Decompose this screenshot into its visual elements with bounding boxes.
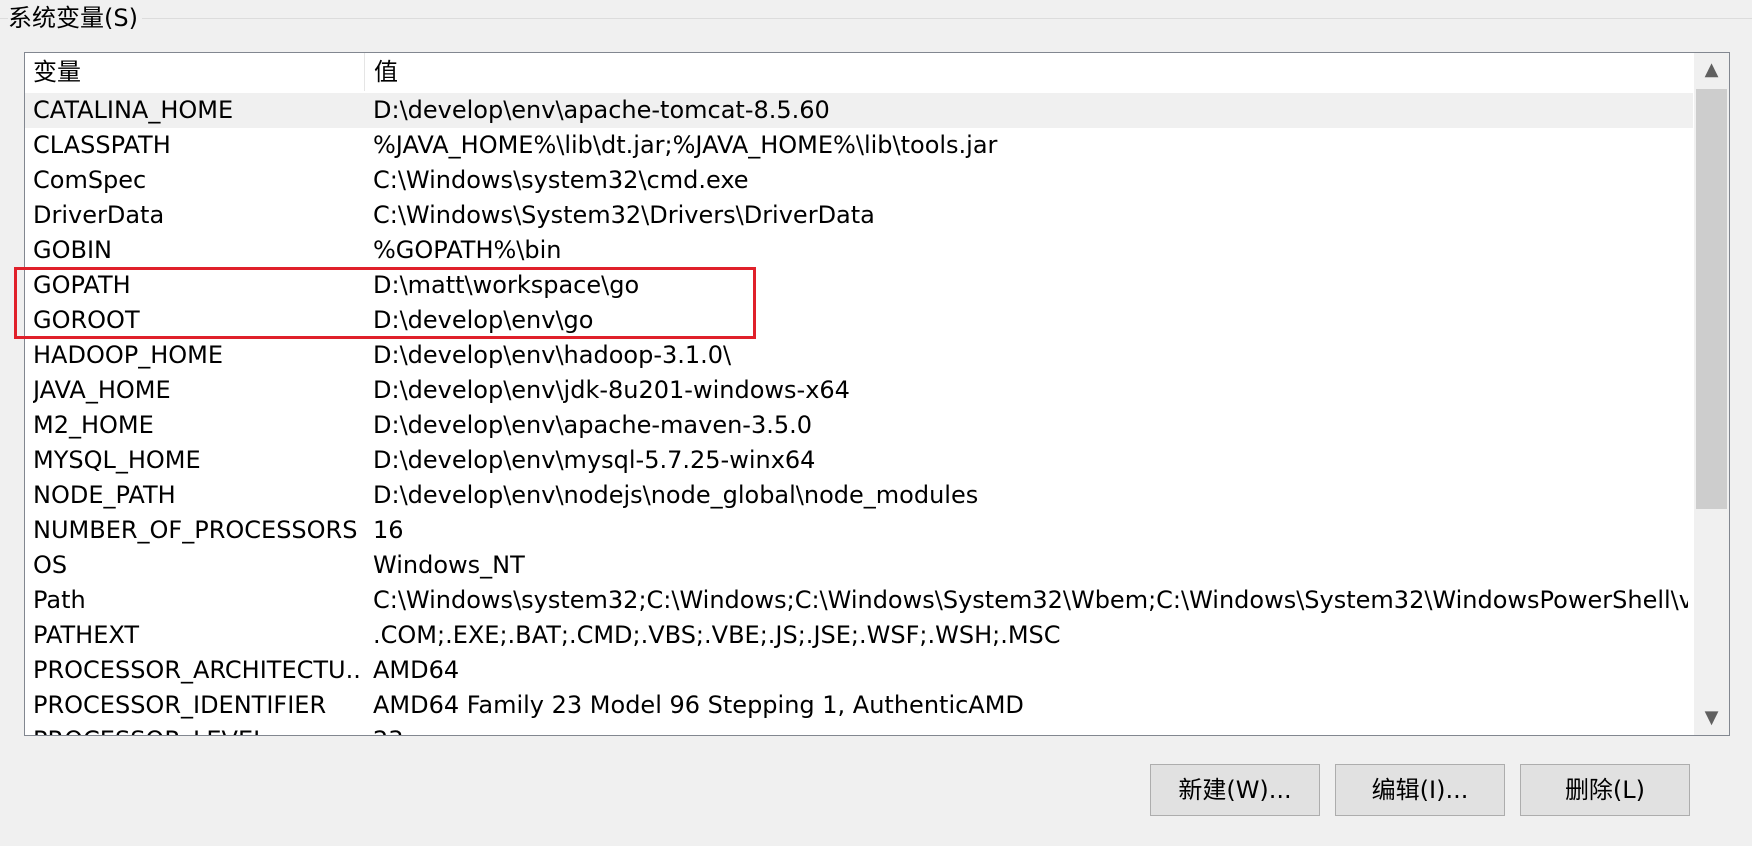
variable-value: %GOPATH%\bin (373, 236, 562, 264)
variable-value: AMD64 (373, 656, 460, 684)
variable-value: AMD64 Family 23 Model 96 Stepping 1, Aut… (373, 691, 1024, 719)
table-row[interactable]: OS Windows_NT (25, 548, 1693, 583)
variable-name: HADOOP_HOME (33, 341, 224, 369)
table-row[interactable]: GOBIN %GOPATH%\bin (25, 233, 1693, 268)
table-row[interactable]: MYSQL_HOME D:\develop\env\mysql-5.7.25-wi… (25, 443, 1693, 478)
system-variables-list[interactable]: 变量 值 CATALINA_HOME D:\develop\env\apache-… (24, 52, 1730, 736)
variable-name: ComSpec (33, 166, 147, 194)
variable-value: Windows_NT (373, 551, 525, 579)
variable-name: NODE_PATH (33, 481, 176, 509)
variable-name: GOBIN (33, 236, 112, 264)
variable-name: JAVA_HOME (33, 376, 171, 404)
table-row[interactable]: Path C:\Windows\system32;C:\Windows;C:\Wi… (25, 583, 1693, 618)
table-row[interactable]: PROCESSOR_IDENTIFIER AMD64 Family 23 Mode… (25, 688, 1693, 723)
vertical-scrollbar[interactable]: ▲ ▼ (1694, 53, 1729, 735)
variable-value: C:\Windows\system32;C:\Windows;C:\Window… (373, 586, 1688, 614)
scrollbar-thumb[interactable] (1696, 89, 1727, 509)
table-row[interactable]: PATHEXT .COM;.EXE;.BAT;.CMD;.VBS;.VBE;.JS… (25, 618, 1693, 653)
variable-value: D:\develop\env\jdk-8u201-windows-x64 (373, 376, 850, 404)
variable-value: D:\develop\env\apache-tomcat-8.5.60 (373, 96, 830, 124)
system-variables-group-title: 系统变量(S) (8, 0, 142, 36)
variable-name: NUMBER_OF_PROCESSORS (33, 516, 358, 544)
variable-value: D:\develop\env\mysql-5.7.25-winx64 (373, 446, 816, 474)
variable-value: %JAVA_HOME%\lib\dt.jar;%JAVA_HOME%\lib\t… (373, 131, 998, 159)
variable-name: PROCESSOR_LEVEL (33, 723, 363, 735)
table-row[interactable]: NODE_PATH D:\develop\env\nodejs\node_glob… (25, 478, 1693, 513)
variable-name: PATHEXT (33, 621, 140, 649)
variable-name: GOPATH (33, 271, 131, 299)
variable-value: D:\develop\env\hadoop-3.1.0\ (373, 341, 732, 369)
table-row[interactable]: ComSpec C:\Windows\system32\cmd.exe (25, 163, 1693, 198)
variable-name: CLASSPATH (33, 131, 171, 159)
table-row[interactable]: DriverData C:\Windows\System32\Drivers\Dr… (25, 198, 1693, 233)
variable-value: C:\Windows\system32\cmd.exe (373, 166, 749, 194)
scroll-down-icon[interactable]: ▼ (1694, 701, 1729, 735)
scroll-up-icon[interactable]: ▲ (1694, 53, 1729, 87)
table-row[interactable]: M2_HOME D:\develop\env\apache-maven-3.5.0 (25, 408, 1693, 443)
table-row[interactable]: PROCESSOR_LEVEL 23 (25, 723, 1693, 735)
variable-name: DriverData (33, 201, 165, 229)
column-header-variable[interactable]: 变量 (25, 53, 365, 91)
new-button[interactable]: 新建(W)... (1150, 764, 1320, 816)
variable-name: OS (33, 551, 68, 579)
variable-value: D:\develop\env\go (373, 306, 594, 334)
table-row[interactable]: GOPATH D:\matt\workspace\go (25, 268, 1693, 303)
variable-name: M2_HOME (33, 411, 154, 439)
edit-button[interactable]: 编辑(I)... (1335, 764, 1505, 816)
table-row[interactable]: GOROOT D:\develop\env\go (25, 303, 1693, 338)
variable-value: 23 (373, 723, 1688, 735)
variable-name: GOROOT (33, 306, 140, 334)
variable-value: D:\develop\env\nodejs\node_global\node_m… (373, 481, 979, 509)
table-row[interactable]: CLASSPATH %JAVA_HOME%\lib\dt.jar;%JAVA_HO… (25, 128, 1693, 163)
groupbox-border (0, 18, 1752, 19)
variable-value: .COM;.EXE;.BAT;.CMD;.VBS;.VBE;.JS;.JSE;.… (373, 621, 1061, 649)
list-header: 变量 值 (25, 53, 1693, 91)
variable-name: CATALINA_HOME (33, 96, 234, 124)
table-row[interactable]: JAVA_HOME D:\develop\env\jdk-8u201-window… (25, 373, 1693, 408)
variable-name: MYSQL_HOME (33, 446, 201, 474)
table-row[interactable]: PROCESSOR_ARCHITECTU... AMD64 (25, 653, 1693, 688)
variable-value: D:\matt\workspace\go (373, 271, 640, 299)
table-row[interactable]: NUMBER_OF_PROCESSORS 16 (25, 513, 1693, 548)
delete-button[interactable]: 删除(L) (1520, 764, 1690, 816)
variable-name: PROCESSOR_IDENTIFIER (33, 691, 327, 719)
variable-name: PROCESSOR_ARCHITECTU... (33, 656, 363, 684)
list-rows: CATALINA_HOME D:\develop\env\apache-tomca… (25, 93, 1693, 735)
variable-value: D:\develop\env\apache-maven-3.5.0 (373, 411, 813, 439)
column-header-value[interactable]: 值 (366, 53, 1693, 91)
variable-name: Path (33, 586, 86, 614)
table-row[interactable]: CATALINA_HOME D:\develop\env\apache-tomca… (25, 93, 1693, 128)
variable-value: C:\Windows\System32\Drivers\DriverData (373, 201, 875, 229)
variable-value: 16 (373, 516, 404, 544)
table-row[interactable]: HADOOP_HOME D:\develop\env\hadoop-3.1.0\ (25, 338, 1693, 373)
